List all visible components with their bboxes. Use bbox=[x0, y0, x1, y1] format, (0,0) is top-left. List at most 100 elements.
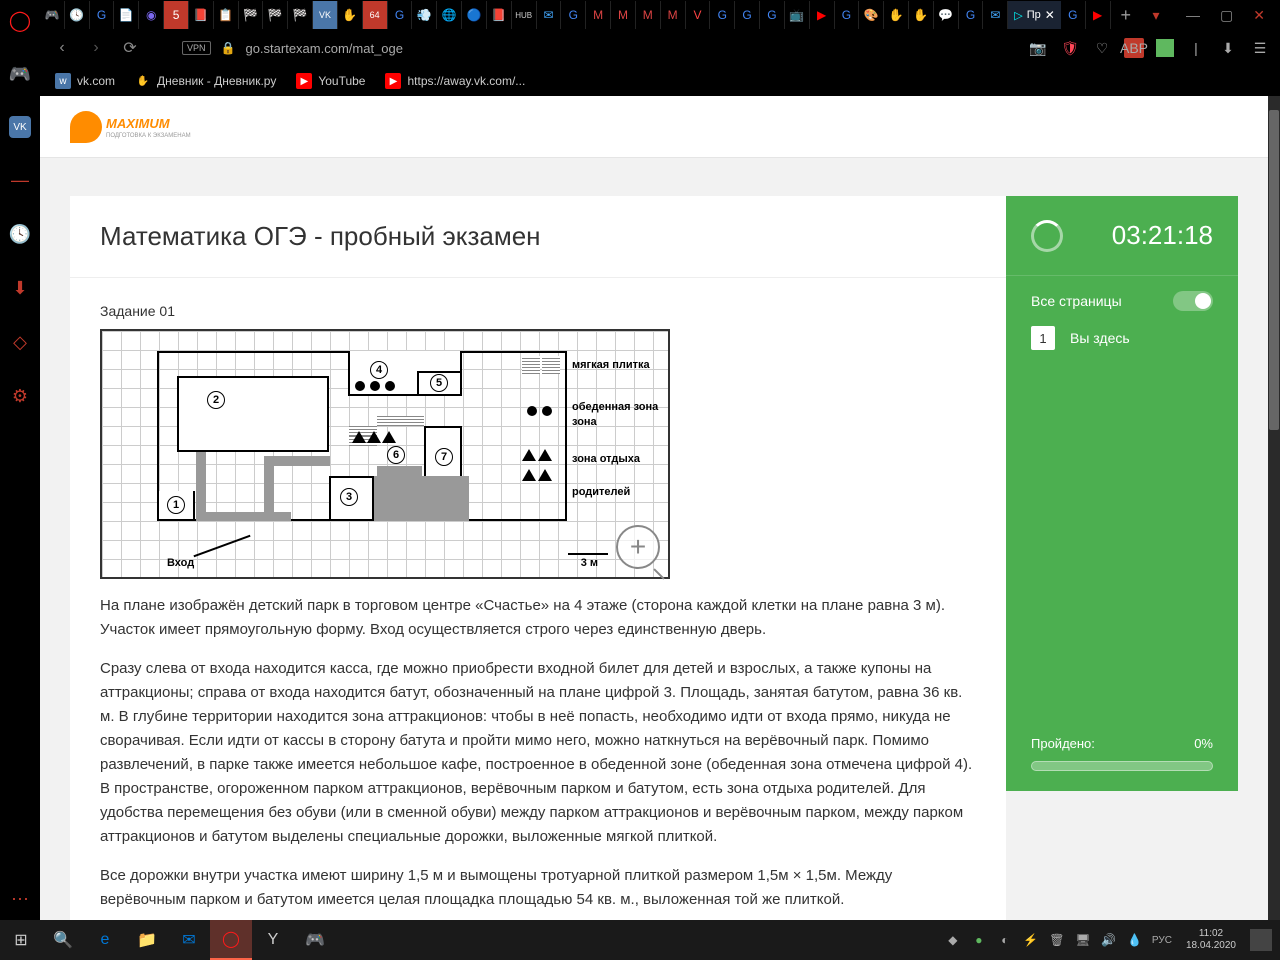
floor-plan-diagram[interactable]: 2 1 4 5 6 3 bbox=[100, 329, 670, 579]
tab-icon[interactable]: 64 bbox=[363, 1, 388, 29]
url-field[interactable]: go.startexam.com/mat_oge bbox=[245, 41, 1018, 56]
tab-icon[interactable]: G bbox=[959, 1, 984, 29]
new-tab-button[interactable]: + bbox=[1111, 5, 1142, 26]
tab-icon[interactable]: V bbox=[686, 1, 711, 29]
gear-icon[interactable]: ⚙ bbox=[8, 384, 32, 408]
vk-icon[interactable]: VK bbox=[9, 116, 31, 138]
tab-icon[interactable]: G bbox=[561, 1, 586, 29]
tab-icon[interactable]: ◉ bbox=[139, 1, 164, 29]
tab-icon[interactable]: 🎨 bbox=[859, 1, 884, 29]
more-icon[interactable]: ⋯ bbox=[0, 889, 40, 910]
tab-icon[interactable]: G bbox=[388, 1, 413, 29]
download-icon[interactable]: ⬇ bbox=[8, 276, 32, 300]
tab-icon[interactable]: G bbox=[710, 1, 735, 29]
tab-icon[interactable]: M bbox=[586, 1, 611, 29]
lock-icon[interactable]: 🔒 bbox=[221, 41, 236, 55]
adblock-icon[interactable]: ABP bbox=[1124, 38, 1144, 58]
search-button[interactable]: 🔍 bbox=[42, 920, 84, 960]
tab-icon[interactable]: ▶ bbox=[810, 1, 835, 29]
reload-button[interactable]: ⟳ bbox=[118, 36, 142, 60]
minus-icon[interactable]: — bbox=[8, 168, 32, 192]
tab-icon[interactable]: 💨 bbox=[412, 1, 437, 29]
tab-icon[interactable]: ✋ bbox=[884, 1, 909, 29]
volume-icon[interactable]: 🔊 bbox=[1100, 931, 1118, 949]
tab-icon[interactable]: 📄 bbox=[114, 1, 139, 29]
tab-icon[interactable]: G bbox=[835, 1, 860, 29]
discord-taskbar-icon[interactable]: 🎮 bbox=[294, 920, 336, 960]
shield-icon[interactable]: 🛡 bbox=[1060, 38, 1080, 58]
scrollbar[interactable] bbox=[1268, 96, 1280, 920]
explorer-icon[interactable]: 📁 bbox=[126, 920, 168, 960]
close-icon[interactable]: ✕ bbox=[1045, 8, 1055, 22]
tray-icon[interactable]: ◐ bbox=[996, 931, 1014, 949]
minimize-button[interactable]: — bbox=[1186, 7, 1200, 24]
mail-icon[interactable]: ✉ bbox=[168, 920, 210, 960]
yandex-icon[interactable]: Y bbox=[252, 920, 294, 960]
bookmark-item[interactable]: ✋Дневник - Дневник.ру bbox=[135, 73, 276, 89]
tab-icon[interactable]: 📕 bbox=[487, 1, 512, 29]
bookmark-item[interactable]: wvk.com bbox=[55, 73, 115, 89]
easy-setup-icon[interactable]: ☰ bbox=[1250, 38, 1270, 58]
tab-icon[interactable]: M bbox=[611, 1, 636, 29]
close-button[interactable]: ✕ bbox=[1253, 7, 1265, 24]
scroll-thumb[interactable] bbox=[1269, 110, 1279, 430]
all-pages-toggle[interactable] bbox=[1173, 291, 1213, 311]
tab-icon[interactable]: G bbox=[90, 1, 115, 29]
download-icon[interactable]: ⬇ bbox=[1218, 38, 1238, 58]
tab-icon[interactable]: M bbox=[636, 1, 661, 29]
tray-icon[interactable]: ● bbox=[970, 931, 988, 949]
maximize-button[interactable]: ▢ bbox=[1220, 7, 1233, 24]
discord-icon[interactable]: 🎮 bbox=[8, 62, 32, 86]
tab-icon[interactable]: 🌐 bbox=[437, 1, 462, 29]
forward-button[interactable]: › bbox=[84, 36, 108, 60]
tab-icon[interactable]: HUB bbox=[512, 1, 537, 29]
bookmark-item[interactable]: ▶YouTube bbox=[296, 73, 365, 89]
tab-icon[interactable]: ✋ bbox=[909, 1, 934, 29]
language-indicator[interactable]: РУС bbox=[1152, 931, 1172, 949]
tab-icon[interactable]: 🏁 bbox=[239, 1, 264, 29]
history-icon[interactable]: 🕓 bbox=[8, 222, 32, 246]
active-tab[interactable]: ▷ Пр ✕ bbox=[1008, 1, 1061, 29]
tab-icon[interactable]: ✉ bbox=[537, 1, 562, 29]
tab-icon[interactable]: 5 bbox=[164, 1, 189, 29]
opera-logo-icon[interactable]: ◯ bbox=[8, 8, 32, 32]
heart-icon[interactable]: ♡ bbox=[1092, 38, 1112, 58]
tab-icon[interactable]: 📕 bbox=[189, 1, 214, 29]
tab-icon[interactable]: 🏁 bbox=[263, 1, 288, 29]
page-nav-item[interactable]: 1 Вы здесь bbox=[1031, 326, 1213, 350]
tab-icon[interactable]: 🔵 bbox=[462, 1, 487, 29]
tab-icon[interactable]: G bbox=[1061, 1, 1086, 29]
camera-icon[interactable]: 📷 bbox=[1028, 38, 1048, 58]
start-button[interactable]: ⊞ bbox=[0, 920, 42, 960]
site-logo[interactable]: MAXIMUM ПОДГОТОВКА К ЭКЗАМЕНАМ bbox=[70, 111, 191, 143]
opera-taskbar-icon[interactable]: ◯ bbox=[210, 920, 252, 960]
tab-icon[interactable]: 🏁 bbox=[288, 1, 313, 29]
tab-icon[interactable]: 📺 bbox=[785, 1, 810, 29]
tab-icon[interactable]: 📋 bbox=[214, 1, 239, 29]
tray-icon[interactable]: 🖥 bbox=[1074, 931, 1092, 949]
zoom-icon[interactable]: + bbox=[616, 525, 660, 569]
ext-icon[interactable] bbox=[1156, 39, 1174, 57]
tab-icon[interactable]: 💬 bbox=[934, 1, 959, 29]
vpn-badge[interactable]: VPN bbox=[182, 41, 211, 55]
tray-icon[interactable]: 🗑 bbox=[1048, 931, 1066, 949]
tray-icon[interactable]: ◆ bbox=[944, 931, 962, 949]
back-button[interactable]: ‹ bbox=[50, 36, 74, 60]
tab-icon[interactable]: ✉ bbox=[983, 1, 1008, 29]
tab-icon[interactable]: ✋ bbox=[338, 1, 363, 29]
cube-icon[interactable]: ◇ bbox=[8, 330, 32, 354]
tab-icon[interactable]: VK bbox=[313, 1, 338, 29]
clock[interactable]: 11:02 18.04.2020 bbox=[1180, 928, 1242, 952]
menu-icon[interactable]: ▾ bbox=[1141, 7, 1171, 24]
tab-icon[interactable]: 🎮 bbox=[40, 1, 65, 29]
notifications-icon[interactable] bbox=[1250, 929, 1272, 951]
bookmark-item[interactable]: ▶https://away.vk.com/... bbox=[385, 73, 525, 89]
edge-icon[interactable]: e bbox=[84, 920, 126, 960]
tab-icon[interactable]: ▶ bbox=[1086, 1, 1111, 29]
tray-icon[interactable]: 💧 bbox=[1126, 931, 1144, 949]
tab-icon[interactable]: M bbox=[661, 1, 686, 29]
tab-icon[interactable]: G bbox=[735, 1, 760, 29]
tray-icon[interactable]: ⚡ bbox=[1022, 931, 1040, 949]
tab-icon[interactable]: 🕓 bbox=[65, 1, 90, 29]
tab-icon[interactable]: G bbox=[760, 1, 785, 29]
